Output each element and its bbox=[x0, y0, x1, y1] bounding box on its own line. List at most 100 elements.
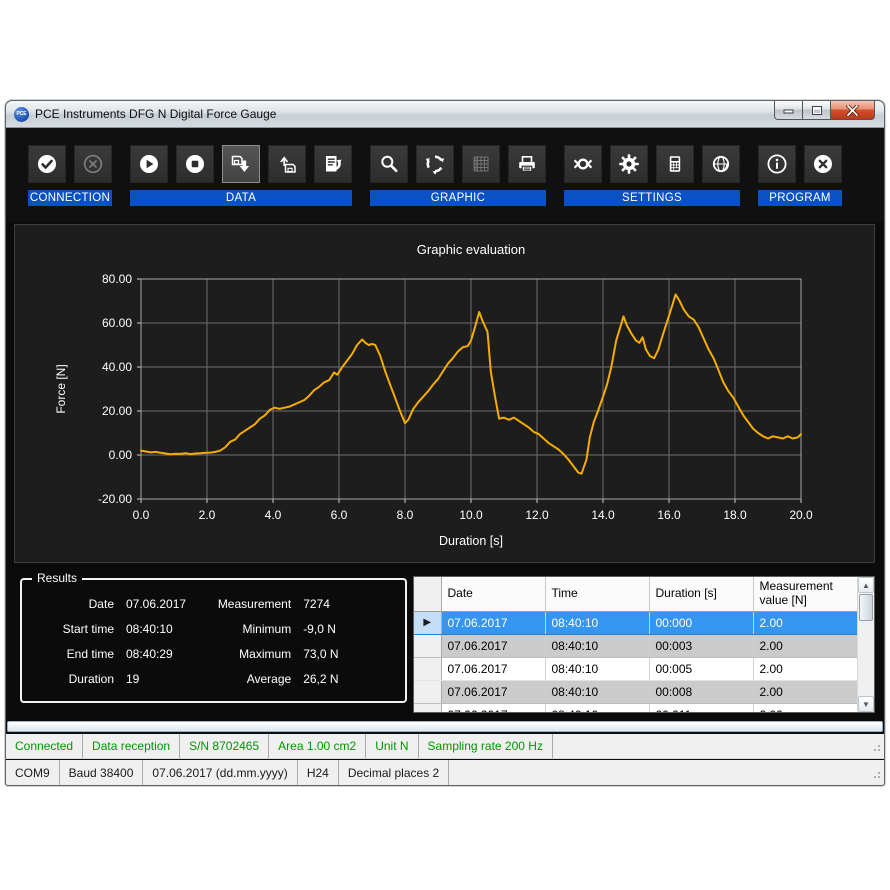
column-header[interactable]: Duration [s] bbox=[649, 577, 753, 611]
result-field-date: Date07.06.2017 bbox=[22, 592, 199, 617]
row-marker[interactable]: ▶ bbox=[414, 611, 441, 634]
x-tick-label: 16.0 bbox=[657, 508, 681, 522]
scroll-thumb[interactable] bbox=[859, 594, 873, 621]
row-marker[interactable] bbox=[414, 703, 441, 712]
table-cell[interactable]: 08:40:10 bbox=[545, 680, 649, 703]
scroll-up-icon[interactable]: ▲ bbox=[858, 577, 874, 593]
connect-button[interactable] bbox=[28, 145, 66, 183]
chart-panel: Graphic evaluation0.02.04.06.08.010.012.… bbox=[14, 224, 875, 563]
result-field-end-time: End time08:40:29 bbox=[22, 642, 199, 667]
close-button[interactable] bbox=[830, 101, 875, 120]
stop-measurement-button[interactable] bbox=[176, 145, 214, 183]
status-item: Connected bbox=[6, 734, 83, 758]
export-data-button[interactable] bbox=[314, 145, 352, 183]
result-value: 26,2 N bbox=[303, 672, 338, 686]
grid-toggle-button[interactable] bbox=[462, 145, 500, 183]
toolbar-group-label-connection: CONNECTION bbox=[28, 190, 112, 206]
load-data-button[interactable] bbox=[268, 145, 306, 183]
column-header[interactable]: Measurement value [N] bbox=[753, 577, 857, 611]
titlebar[interactable]: PCE PCE Instruments DFG N Digital Force … bbox=[6, 101, 884, 128]
statusbar-device: ConnectedData receptionS/N 8702465Area 1… bbox=[6, 734, 884, 759]
x-tick-label: 12.0 bbox=[525, 508, 549, 522]
table-row[interactable]: 07.06.201708:40:1000:0052.00 bbox=[414, 657, 857, 680]
result-label: End time bbox=[22, 647, 114, 661]
info-button[interactable] bbox=[758, 145, 796, 183]
measurement-table: DateTimeDuration [s]Measurement value [N… bbox=[413, 576, 875, 713]
table-row[interactable]: ▶07.06.201708:40:1000:0002.00 bbox=[414, 611, 857, 634]
table-scrollbar[interactable]: ▲ ▼ bbox=[857, 577, 874, 712]
device-settings-button[interactable] bbox=[656, 145, 694, 183]
tare-zero-button[interactable] bbox=[564, 145, 602, 183]
table-row[interactable]: 07.06.201708:40:1000:0112.00 bbox=[414, 703, 857, 712]
column-header[interactable]: Date bbox=[441, 577, 545, 611]
results-grid: Date07.06.2017Start time08:40:10End time… bbox=[22, 580, 405, 701]
document-export-icon bbox=[322, 153, 344, 175]
recycle-icon bbox=[424, 153, 446, 175]
column-header[interactable]: Time bbox=[545, 577, 649, 611]
table-cell[interactable]: 08:40:10 bbox=[545, 657, 649, 680]
scroll-down-icon[interactable]: ▼ bbox=[858, 696, 874, 712]
minimize-button[interactable] bbox=[774, 101, 803, 120]
table-cell[interactable]: 07.06.2017 bbox=[441, 680, 545, 703]
table-cell[interactable]: 07.06.2017 bbox=[441, 657, 545, 680]
table-row[interactable]: 07.06.201708:40:1000:0082.00 bbox=[414, 680, 857, 703]
table-cell[interactable]: 00:011 bbox=[649, 703, 753, 712]
floppy-download-icon bbox=[230, 153, 252, 175]
row-marker[interactable] bbox=[414, 657, 441, 680]
result-label: Maximum bbox=[199, 647, 291, 661]
maximize-button[interactable] bbox=[803, 101, 830, 120]
resize-grip-icon bbox=[873, 768, 881, 782]
app-window: PCE PCE Instruments DFG N Digital Force … bbox=[5, 100, 885, 786]
start-measurement-button[interactable] bbox=[130, 145, 168, 183]
status-item: Area 1.00 cm2 bbox=[269, 734, 366, 758]
info-icon bbox=[766, 153, 788, 175]
statusbar-comm: COM9Baud 3840007.06.2017 (dd.mm.yyyy)H24… bbox=[6, 760, 884, 785]
table-cell[interactable]: 07.06.2017 bbox=[441, 703, 545, 712]
table-cell[interactable]: 00:003 bbox=[649, 634, 753, 657]
status-item: 07.06.2017 (dd.mm.yyyy) bbox=[143, 760, 297, 785]
table-cell[interactable]: 00:000 bbox=[649, 611, 753, 634]
x-tick-label: 4.0 bbox=[265, 508, 282, 522]
results-groupbox: Results Date07.06.2017Start time08:40:10… bbox=[20, 578, 407, 703]
table-row[interactable]: 07.06.201708:40:1000:0032.00 bbox=[414, 634, 857, 657]
table-cell[interactable]: 2.00 bbox=[753, 657, 857, 680]
table-cell[interactable]: 00:008 bbox=[649, 680, 753, 703]
minimize-icon bbox=[783, 105, 795, 115]
table-cell[interactable]: 2.00 bbox=[753, 611, 857, 634]
x-tick-label: 0.0 bbox=[133, 508, 150, 522]
table-cell[interactable]: 08:40:10 bbox=[545, 611, 649, 634]
toolbar-group-label-settings: SETTINGS bbox=[564, 190, 740, 206]
stop-icon bbox=[184, 153, 206, 175]
row-marker[interactable] bbox=[414, 680, 441, 703]
table-cell[interactable]: 08:40:10 bbox=[545, 634, 649, 657]
table-cell[interactable]: 2.00 bbox=[753, 634, 857, 657]
result-label: Start time bbox=[22, 622, 114, 636]
toolbar-group-data: DATA bbox=[130, 145, 352, 222]
save-data-button[interactable] bbox=[222, 145, 260, 183]
table-cell[interactable]: 07.06.2017 bbox=[441, 634, 545, 657]
caption-buttons bbox=[774, 101, 875, 120]
table-cell[interactable]: 2.00 bbox=[753, 680, 857, 703]
x-tick-label: 2.0 bbox=[199, 508, 216, 522]
result-field-duration: Duration19 bbox=[22, 666, 199, 691]
x-tick-label: 10.0 bbox=[459, 508, 483, 522]
zoom-button[interactable] bbox=[370, 145, 408, 183]
refresh-graphic-button[interactable] bbox=[416, 145, 454, 183]
result-value: -9,0 N bbox=[303, 622, 336, 636]
language-button[interactable] bbox=[702, 145, 740, 183]
x-tick-label: 6.0 bbox=[331, 508, 348, 522]
print-button[interactable] bbox=[508, 145, 546, 183]
table-cell[interactable]: 07.06.2017 bbox=[441, 611, 545, 634]
disconnect-button[interactable] bbox=[74, 145, 112, 183]
row-marker[interactable] bbox=[414, 634, 441, 657]
table-cell[interactable]: 08:40:10 bbox=[545, 703, 649, 712]
table-cell[interactable]: 2.00 bbox=[753, 703, 857, 712]
x-tick-label: 14.0 bbox=[591, 508, 615, 522]
y-tick-label: 0.00 bbox=[109, 448, 133, 462]
exit-button[interactable] bbox=[804, 145, 842, 183]
table-cell[interactable]: 00:005 bbox=[649, 657, 753, 680]
settings-button[interactable] bbox=[610, 145, 648, 183]
force-chart: Graphic evaluation0.02.04.06.08.010.012.… bbox=[15, 225, 874, 562]
status-item: Decimal places 2 bbox=[339, 760, 449, 785]
table-viewport: DateTimeDuration [s]Measurement value [N… bbox=[414, 577, 857, 712]
